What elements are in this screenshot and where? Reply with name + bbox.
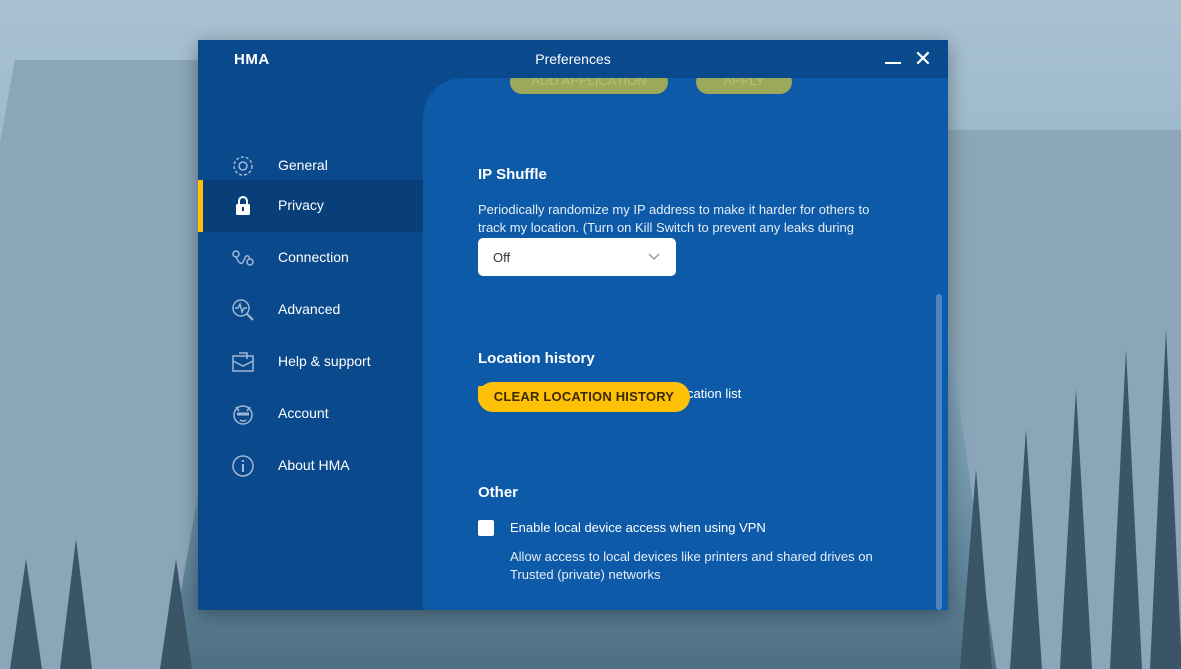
sidebar-item-label: Advanced — [278, 301, 341, 317]
sidebar-item-label: Privacy — [278, 197, 324, 213]
apply-button[interactable]: APPLY — [696, 78, 792, 94]
tree — [1060, 389, 1092, 669]
tree — [60, 539, 92, 669]
tree — [960, 469, 992, 669]
lock-icon — [236, 196, 250, 215]
chevron-down-icon — [648, 253, 660, 261]
description-line: Periodically randomize my IP address to … — [478, 202, 870, 217]
sidebar-item-label: General — [278, 157, 328, 173]
window-title: Preferences — [535, 51, 611, 67]
description-line: Trusted (private) networks — [510, 567, 661, 582]
gear-icon — [233, 156, 253, 176]
clear-location-history-button[interactable]: CLEAR LOCATION HISTORY — [478, 382, 690, 412]
description-line: track my location. (Turn on Kill Switch … — [478, 220, 854, 235]
local-device-access-label: Enable local device access when using VP… — [510, 520, 766, 535]
sidebar-item-label: About HMA — [278, 457, 350, 473]
sidebar-item-label: Connection — [278, 249, 349, 265]
tree — [1110, 349, 1142, 669]
account-mask-icon — [233, 405, 253, 425]
sidebar: General Privacy Connection Advanced Help… — [198, 78, 423, 610]
sidebar-item-connection[interactable]: Connection — [198, 232, 423, 284]
minimize-icon — [885, 62, 901, 64]
ip-shuffle-title: IP Shuffle — [478, 166, 547, 183]
privacy-settings-panel: ADD APPLICATION APPLY IP Shuffle Periodi… — [423, 78, 948, 610]
sidebar-item-help-support[interactable]: Help & support — [198, 336, 423, 388]
local-device-access-checkbox[interactable] — [478, 520, 494, 536]
minimize-button[interactable] — [880, 46, 906, 72]
sidebar-item-about[interactable]: About HMA — [198, 440, 423, 492]
advanced-icon — [232, 299, 254, 321]
close-icon: ✕ — [913, 46, 933, 71]
location-history-title: Location history — [478, 350, 595, 367]
tree — [160, 559, 192, 669]
local-device-access-description: Allow access to local devices like print… — [510, 548, 873, 584]
sidebar-item-account[interactable]: Account — [198, 388, 423, 440]
sidebar-item-label: Account — [278, 405, 329, 421]
scrollbar[interactable] — [936, 294, 942, 610]
active-indicator — [198, 180, 203, 232]
tree — [1150, 329, 1181, 669]
sidebar-item-advanced[interactable]: Advanced — [198, 284, 423, 336]
info-icon — [232, 455, 254, 477]
tree — [1010, 429, 1042, 669]
close-button[interactable]: ✕ — [910, 46, 936, 72]
title-bar: HMA Preferences ✕ — [198, 40, 948, 78]
help-envelope-icon — [232, 352, 254, 372]
add-application-button[interactable]: ADD APPLICATION — [510, 78, 668, 94]
preferences-window: HMA Preferences ✕ General Privacy Connec… — [198, 40, 948, 610]
tree — [10, 559, 42, 669]
sidebar-item-label: Help & support — [278, 353, 371, 369]
connection-icon — [232, 250, 254, 266]
select-value: Off — [493, 250, 511, 265]
other-title: Other — [478, 484, 519, 501]
sidebar-item-privacy[interactable]: Privacy — [198, 180, 423, 232]
ip-shuffle-select[interactable]: Off — [478, 238, 676, 276]
description-line: Allow access to local devices like print… — [510, 549, 873, 564]
